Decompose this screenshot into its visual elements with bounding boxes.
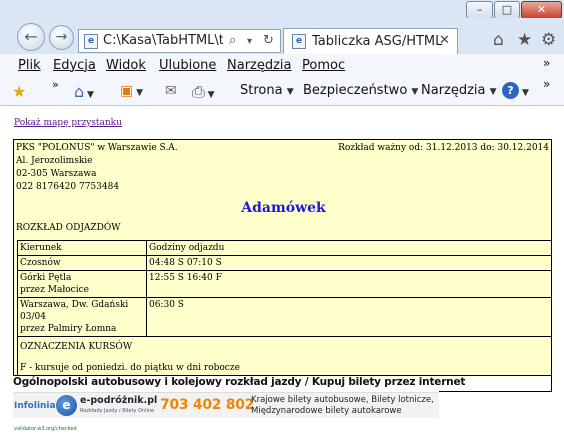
header-times: Godziny odjazdu — [146, 240, 552, 256]
section-title: ROZKŁAD ODJAZDÓW — [16, 223, 121, 233]
table-row: Górki Pętla przez Małocice 12:55 S 16:40… — [17, 270, 552, 298]
row-times: 04:48 S 07:10 S — [146, 255, 552, 271]
home-icon[interactable]: ⌂ — [493, 30, 504, 50]
timetable-panel: PKS "POLONUS" w Warszawie S.A. Al. Jeroz… — [13, 139, 552, 392]
page-content: Pokaż mapę przystanku PKS "POLONUS" w Wa… — [0, 106, 564, 437]
company-city: 02-305 Warszawa — [16, 169, 97, 179]
menu-widok[interactable]: Widok — [106, 58, 146, 73]
home-command-icon[interactable]: ⌂ ▼ — [74, 82, 94, 101]
infoline-phone: 703 402 802 — [160, 397, 255, 413]
minimize-button[interactable]: – — [466, 1, 493, 19]
help-dropdown-icon[interactable]: ▼ — [522, 88, 529, 98]
favorites-more-icon[interactable]: » — [52, 78, 59, 91]
banner-body: Infolinia e e-podróżnik.pl Rozkłady Jazd… — [13, 392, 439, 418]
forward-button[interactable]: → — [49, 25, 74, 50]
maximize-button[interactable]: □ — [494, 1, 520, 19]
validity-dates: Rozkład ważny od: 31.12.2013 do: 30.12.2… — [338, 143, 549, 153]
tab-active[interactable]: e Tabliczka ASG/HTML ✕ — [283, 28, 458, 55]
direction-via: przez Palmiry Łomna — [20, 324, 117, 334]
departures-table: Kierunek Godziny odjazdu Czosnów 04:48 S… — [17, 240, 552, 392]
close-window-button[interactable]: ✕ — [521, 1, 562, 19]
menu-more-icon[interactable]: » — [543, 56, 550, 70]
strona-label: Strona — [240, 83, 283, 98]
direction-line: Warszawa, Dw. Gdański 03/04 — [20, 300, 129, 322]
menu-plik[interactable]: Plik — [18, 58, 41, 73]
stop-name: Adamówek — [241, 200, 326, 216]
company-name: PKS "POLONUS" w Warszawie S.A. — [16, 143, 178, 153]
table-row: Czosnów 04:48 S 07:10 S — [17, 255, 552, 271]
map-link[interactable]: Pokaż mapę przystanku — [14, 118, 122, 128]
menu-ulubione[interactable]: Ulubione — [159, 58, 216, 73]
company-street: Al. Jerozolimskie — [16, 156, 93, 166]
settings-icon[interactable]: ⚙ — [541, 30, 556, 50]
favorites-icon[interactable]: ★ — [517, 30, 532, 50]
epodroznik-logo-icon: e — [56, 395, 77, 416]
command-more-icon[interactable]: » — [543, 77, 550, 91]
menu-narzedzia[interactable]: Narzędzia — [227, 58, 292, 73]
direction-via: przez Małocice — [20, 285, 89, 295]
legend-item: F - kursuje od poniedzi. do piątku w dni… — [20, 363, 240, 373]
refresh-icon[interactable]: ↻ — [263, 33, 274, 48]
row-direction: Górki Pętla przez Małocice — [17, 270, 147, 298]
address-bar[interactable]: e C:\Kasa\TabHTML\tp ⌕ ▾ ↻ — [78, 29, 281, 53]
tab-title: Tabliczka ASG/HTML — [312, 34, 443, 49]
direction-line: Czosnów — [20, 258, 61, 268]
menu-bar: Plik Edycja Widok Ulubione Narzędzia Pom… — [0, 54, 564, 78]
infolinia-label: Infolinia — [14, 401, 56, 411]
print-icon[interactable]: ⎙ ▼ — [192, 82, 215, 102]
row-direction: Czosnów — [17, 255, 147, 271]
search-icon[interactable]: ⌕ — [229, 33, 236, 48]
row-times: 06:30 S — [146, 297, 552, 337]
address-url[interactable]: C:\Kasa\TabHTML\tp — [103, 33, 223, 48]
address-dropdown-icon[interactable]: ▾ — [247, 36, 252, 47]
epodroznik-banner[interactable]: Ogólnopolski autobusowy i kolejowy rozkł… — [13, 376, 465, 418]
tab-page-icon: e — [292, 34, 306, 49]
bezpieczenstwo-label: Bezpieczeństwo — [303, 83, 408, 98]
tab-close-icon[interactable]: ✕ — [439, 33, 450, 48]
add-favorites-icon[interactable]: ★ — [12, 82, 26, 101]
brand-subtitle: Rozkłady Jazdy / Bilety Online — [80, 408, 155, 414]
strona-menu[interactable]: Strona ▼ — [240, 83, 294, 98]
legend-title: OZNACZENIA KURSÓW — [20, 342, 133, 352]
command-bar: ★ » ⌂ ▼ ▣ ▼ ✉ ⎙ ▼ Strona ▼ Bezpieczeństw… — [0, 77, 564, 106]
banner-headline: Ogólnopolski autobusowy i kolejowy rozkł… — [13, 376, 465, 392]
tickets-line-1: Krajowe bilety autobusowe, Bilety lotnic… — [251, 395, 434, 405]
menu-pomoc[interactable]: Pomoc — [302, 58, 345, 73]
page-icon: e — [84, 34, 98, 49]
feeds-icon[interactable]: ▣ ▼ — [120, 83, 143, 99]
table-header-row: Kierunek Godziny odjazdu — [17, 240, 552, 256]
validator-badge[interactable]: validator.w3.org/checked — [14, 426, 77, 432]
row-times: 12:55 S 16:40 F — [146, 270, 552, 298]
company-phones: 022 8176420 7753484 — [16, 182, 120, 192]
back-button[interactable]: ← — [17, 23, 45, 51]
navigation-bar: ← → e C:\Kasa\TabHTML\tp ⌕ ▾ ↻ e Tablicz… — [0, 18, 564, 55]
mail-icon[interactable]: ✉ — [165, 83, 177, 99]
direction-line: Górki Pętla — [20, 273, 72, 283]
header-direction: Kierunek — [17, 240, 147, 256]
help-icon[interactable]: ? — [502, 82, 519, 99]
tickets-line-2: Międzynarodowe bilety autokarowe — [251, 406, 402, 416]
narzedzia-command-label: Narzędzia — [421, 83, 486, 98]
narzedzia-command-menu[interactable]: Narzędzia ▼ — [421, 83, 497, 98]
table-row: Warszawa, Dw. Gdański 03/04 przez Palmir… — [17, 297, 552, 337]
menu-edycja[interactable]: Edycja — [53, 58, 96, 73]
row-direction: Warszawa, Dw. Gdański 03/04 przez Palmir… — [17, 297, 147, 337]
bezpieczenstwo-menu[interactable]: Bezpieczeństwo ▼ — [303, 83, 418, 98]
brand-name: e-podróżnik.pl — [80, 395, 158, 406]
